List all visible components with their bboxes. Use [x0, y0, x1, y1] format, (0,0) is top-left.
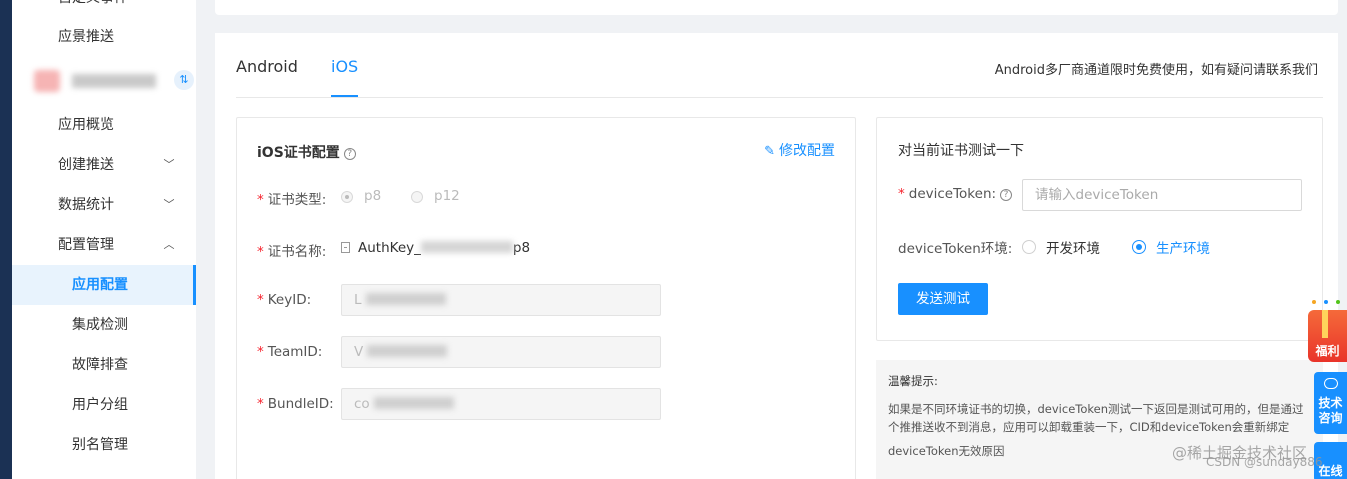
radio-p12[interactable] — [411, 191, 423, 203]
sidebar-item-label: 别名管理 — [72, 437, 128, 453]
sidebar-item-label: 故障排查 — [72, 357, 128, 373]
watermark-csdn: CSDN @sunday886 — [1206, 455, 1323, 469]
switch-icon[interactable]: ⇅ — [174, 70, 194, 90]
team-id-input[interactable]: V — [341, 336, 661, 368]
sidebar-item-app-overview[interactable]: 应用概览 — [12, 105, 196, 145]
gift-ribbon — [1322, 310, 1328, 338]
bundle-id-input[interactable]: co — [341, 388, 661, 420]
sidebar-item-label: 配置管理 — [58, 237, 114, 253]
env-label: deviceToken环境: — [898, 241, 1013, 257]
confetti-dot — [1336, 300, 1340, 304]
sidebar-item-integration-check[interactable]: 集成检测 — [12, 305, 196, 345]
cert-name-prefix: AuthKey_ — [358, 240, 421, 256]
radio-p12-label: p12 — [434, 188, 460, 204]
app-avatar — [34, 70, 60, 92]
redacted-text — [365, 293, 446, 305]
edit-config-label: 修改配置 — [779, 143, 835, 159]
sidebar-item-label: 数据统计 — [58, 197, 114, 213]
chevron-down-icon: ﹀ — [163, 158, 175, 171]
bundle-id-label-text: BundleID: — [267, 396, 334, 412]
redacted-text — [367, 345, 448, 357]
cert-type-label: * 证书类型: — [257, 192, 327, 208]
sidebar-item-label: 应用概览 — [58, 117, 114, 133]
sidebar-item-data-stats[interactable]: 数据统计 ﹀ — [12, 185, 196, 225]
tips-body: 如果是不同环境证书的切换，deviceToken测试一下返回是测试可用的，但是通… — [888, 402, 1304, 434]
team-id-label-text: TeamID: — [267, 344, 323, 360]
top-card — [215, 0, 1338, 15]
sidebar-item-label: 自定义事件 — [58, 0, 128, 18]
sidebar-item-alias-manage[interactable]: 别名管理 — [12, 425, 196, 465]
chevron-up-icon: ︿ — [163, 238, 175, 251]
redacted-text — [373, 397, 454, 409]
sidebar-item-create-push[interactable]: 创建推送 ﹀ — [12, 145, 196, 185]
sidebar-item-label: 集成检测 — [72, 317, 128, 333]
sidebar-item-troubleshoot[interactable]: 故障排查 — [12, 345, 196, 385]
gift-float-button[interactable]: 福利 — [1308, 300, 1347, 362]
confetti-dot — [1312, 300, 1316, 304]
bundle-id-value: co — [354, 396, 370, 412]
test-card-title: 对当前证书测试一下 — [898, 143, 1024, 159]
card-title-text: iOS证书配置 — [257, 145, 340, 161]
radio-dev-env-label: 开发环境 — [1046, 241, 1100, 257]
app-selector[interactable]: ⇅ — [24, 66, 194, 94]
tab-android[interactable]: Android — [236, 57, 298, 76]
cert-file-name: AuthKey_ p8 — [341, 240, 530, 256]
notice-text: Android多厂商通道限时免费使用，如有疑问请联系我们 — [994, 63, 1318, 78]
bundle-id-label: * BundleID: — [257, 396, 334, 412]
device-token-input[interactable]: 请输入deviceToken — [1022, 179, 1302, 211]
sidebar-item-label: 应景推送 — [58, 29, 114, 45]
cert-name-label: * 证书名称: — [257, 244, 327, 260]
tab-ios[interactable]: iOS — [331, 57, 358, 76]
gift-label: 福利 — [1315, 344, 1340, 358]
cert-name-label-text: 证书名称: — [267, 244, 327, 260]
cert-name-suffix: p8 — [512, 240, 531, 256]
support-label-line1: 技术 — [1318, 396, 1343, 410]
key-id-label-text: KeyID: — [267, 292, 312, 308]
tab-divider — [236, 97, 1323, 98]
device-token-label-text: deviceToken: — [908, 186, 997, 202]
chat-icon — [1323, 378, 1338, 389]
cert-test-card: 对当前证书测试一下 * deviceToken:? 请输入deviceToken … — [876, 117, 1323, 341]
radio-p8[interactable] — [341, 191, 353, 203]
sidebar-item-label: 应用配置 — [72, 277, 128, 293]
sidebar-item-label: 用户分组 — [72, 397, 128, 413]
question-icon[interactable]: ? — [1000, 189, 1013, 201]
team-id-value: V — [354, 344, 364, 360]
radio-dev-env[interactable] — [1022, 240, 1036, 254]
sidebar-item-scene-push[interactable]: 应景推送 — [12, 17, 196, 57]
edit-icon: ✎ — [764, 144, 775, 159]
question-icon[interactable]: ? — [343, 148, 356, 160]
app-name — [72, 74, 156, 88]
support-label-line2: 咨询 — [1318, 411, 1343, 425]
team-id-label: * TeamID: — [257, 344, 323, 360]
key-id-input[interactable]: L — [341, 284, 661, 316]
confetti-dot — [1324, 300, 1328, 304]
key-id-value: L — [354, 292, 362, 308]
edit-config-button[interactable]: ✎ 修改配置 — [764, 140, 835, 160]
device-token-label: * deviceToken:? — [898, 186, 1013, 202]
sidebar-item-user-group[interactable]: 用户分组 — [12, 385, 196, 425]
sidebar: 自定义事件 应景推送 ⇅ 应用概览 创建推送 ﹀ 数据统计 ﹀ 配置管理 ︿ 应用配置… — [12, 0, 196, 479]
radio-p8-label: p8 — [364, 188, 382, 204]
ios-cert-config-card: iOS证书配置? ✎ 修改配置 * 证书类型: p8 p12 * 证书名称: Auth… — [236, 117, 856, 479]
file-icon — [341, 242, 350, 253]
card-title: iOS证书配置? — [257, 142, 356, 162]
sidebar-item-custom-events[interactable]: 自定义事件 — [12, 0, 196, 18]
tips-title: 温馨提示: — [888, 374, 938, 388]
main-card: Android iOS Android多厂商通道限时免费使用，如有疑问请联系我们… — [215, 33, 1338, 479]
tech-support-float-button[interactable]: 技术 咨询 — [1314, 372, 1347, 434]
sidebar-item-app-config[interactable]: 应用配置 — [12, 265, 196, 305]
redacted-text — [420, 241, 513, 253]
sidebar-item-config-manage[interactable]: 配置管理 ︿ — [12, 225, 196, 265]
left-navy-strip — [0, 0, 12, 479]
radio-prod-env[interactable] — [1132, 240, 1146, 254]
chevron-down-icon: ﹀ — [163, 198, 175, 211]
sidebar-item-label: 创建推送 — [58, 157, 114, 173]
radio-prod-env-label: 生产环境 — [1156, 241, 1210, 257]
cert-type-label-text: 证书类型: — [267, 192, 327, 208]
key-id-label: * KeyID: — [257, 292, 312, 308]
send-test-button[interactable]: 发送测试 — [898, 283, 988, 315]
